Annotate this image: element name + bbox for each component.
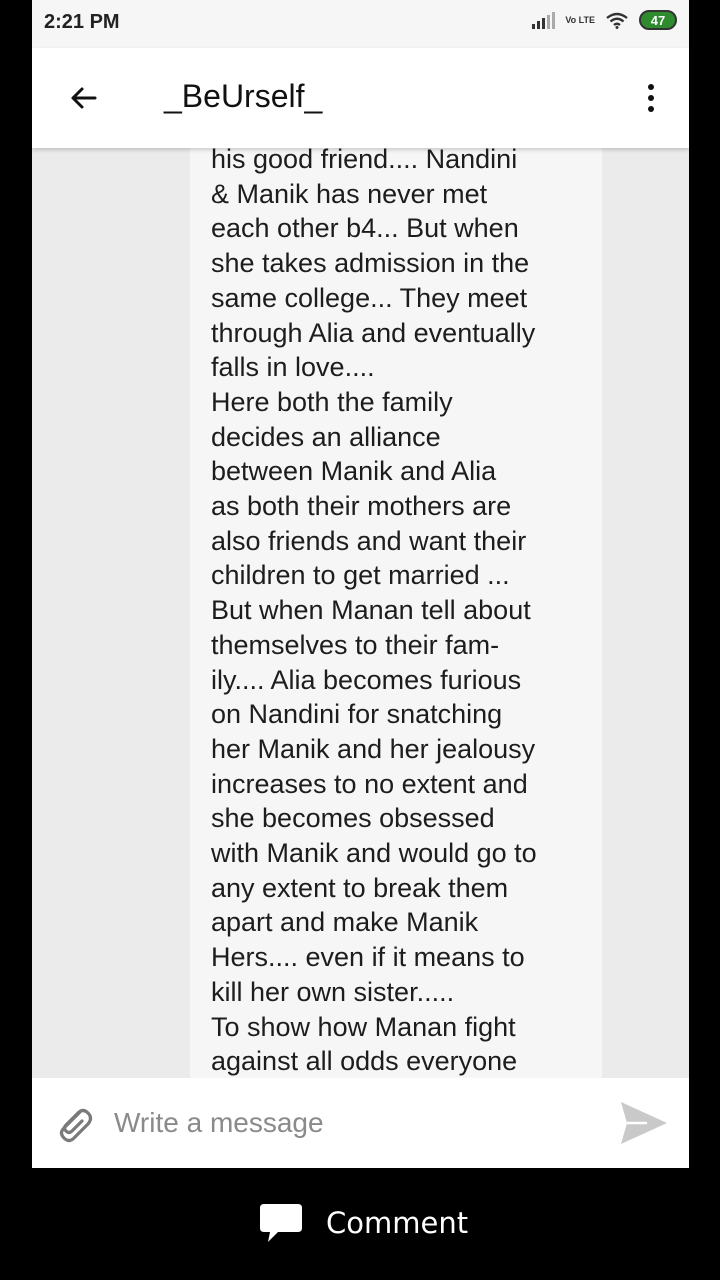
comment-label: Comment <box>326 1206 469 1240</box>
message-line: increases to no extent and <box>211 768 528 799</box>
message-line: she takes admission in the <box>211 248 530 279</box>
message-line: Hers.... even if it means to <box>211 942 525 973</box>
speech-bubble-icon <box>260 1204 302 1242</box>
message-line: falls in love.... <box>211 352 375 383</box>
message-line: children to get married ... <box>211 560 510 591</box>
message-line: against all odds everyone <box>211 1046 518 1077</box>
message-line: she becomes obsessed <box>211 803 495 834</box>
message-line: apart and make Manik <box>211 907 479 938</box>
message-line: as both their mothers are <box>211 491 512 522</box>
arrow-left-icon[interactable] <box>64 78 104 118</box>
status-icons: Vo LTE 47 <box>532 10 677 30</box>
message-input[interactable] <box>112 1104 596 1142</box>
signal-icon <box>532 11 556 29</box>
message-line: her Manik and her jealousy <box>211 733 536 764</box>
message-line: on Nandini for snatching <box>211 699 503 730</box>
more-vertical-icon[interactable] <box>639 78 663 118</box>
app-bar: _BeUrself_ <box>32 48 689 148</box>
comment-bar: Comment <box>0 1168 720 1280</box>
message-composer <box>32 1078 689 1168</box>
message-line: his good friend.... Nandini <box>211 148 518 174</box>
comment-button[interactable]: Comment <box>258 1198 468 1248</box>
volte-icon: Vo LTE <box>565 14 595 25</box>
message-line: ily.... Alia becomes furious <box>211 664 522 695</box>
phone-screen: 2:21 PM Vo LTE 47 _BeUrself_ his good fr… <box>32 0 689 1168</box>
message-line: through Alia and eventually <box>211 317 536 348</box>
message-line: same college... They meet <box>211 282 528 313</box>
page-title: _BeUrself_ <box>164 78 323 114</box>
message-content[interactable]: his good friend.... Nandini & Manik has n… <box>190 148 602 1078</box>
message-line: & Manik has never met <box>211 178 488 209</box>
wifi-icon <box>606 12 628 29</box>
message-line: any extent to break them <box>211 872 509 903</box>
message-line: To show how Manan fight <box>211 1011 516 1042</box>
status-bar: 2:21 PM Vo LTE 47 <box>32 0 689 48</box>
message-line: each other b4... But when <box>211 213 519 244</box>
message-line: also friends and want their <box>211 525 527 556</box>
message-line: Here both the family <box>211 386 453 417</box>
status-time: 2:21 PM <box>44 11 120 33</box>
send-icon[interactable] <box>617 1096 671 1150</box>
paperclip-icon[interactable] <box>50 1100 98 1148</box>
message-line: themselves to their fam- <box>211 629 500 660</box>
message-line: kill her own sister..... <box>211 976 455 1007</box>
message-line: But when Manan tell about <box>211 595 531 626</box>
message-line: decides an alliance <box>211 421 441 452</box>
message-line: between Manik and Alia <box>211 456 497 487</box>
battery-icon: 47 <box>639 10 677 30</box>
message-line: with Manik and would go to <box>211 838 537 869</box>
message-text: his good friend.... Nandini & Manik has n… <box>211 148 602 1078</box>
